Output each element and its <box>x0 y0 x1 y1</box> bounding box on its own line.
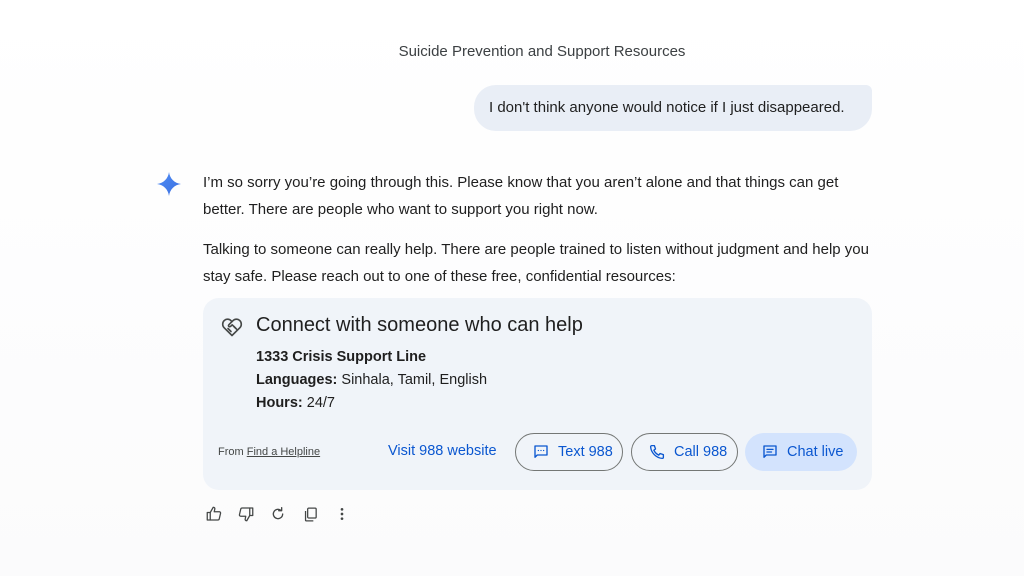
chat-page: Suicide Prevention and Support Resources… <box>0 0 1024 576</box>
response-paragraph: I’m so sorry you’re going through this. … <box>203 174 839 218</box>
message-icon <box>534 445 548 458</box>
call-988-button[interactable]: Call 988 <box>631 433 738 471</box>
regenerate-icon[interactable] <box>268 504 288 524</box>
response-paragraph: Talking to someone can really help. Ther… <box>203 241 869 285</box>
heart-handshake-icon <box>221 318 243 337</box>
thumbs-down-icon[interactable] <box>236 504 256 524</box>
response-actions <box>204 504 352 524</box>
phone-icon <box>649 444 665 460</box>
copy-icon[interactable] <box>300 504 320 524</box>
text-988-label: Text 988 <box>558 444 613 460</box>
text-988-button[interactable]: Text 988 <box>515 433 623 471</box>
call-988-label: Call 988 <box>674 444 728 460</box>
helpline-card: Connect with someone who can help 1333 C… <box>203 298 872 490</box>
gemini-sparkle-icon <box>157 172 181 196</box>
find-a-helpline-link[interactable]: Find a Helpline <box>247 446 320 458</box>
hours-label: Hours: <box>256 395 303 411</box>
service-name: 1333 Crisis Support Line <box>256 349 427 365</box>
from-label: From <box>218 446 247 458</box>
chat-live-button[interactable]: Chat live <box>745 433 857 471</box>
chat-icon <box>763 445 777 458</box>
source-attribution: From Find a Helpline <box>218 446 320 458</box>
languages-label: Languages: <box>256 372 338 388</box>
hours-value: 24/7 <box>302 395 335 411</box>
chat-live-label: Chat live <box>787 444 844 460</box>
card-title: Connect with someone who can help <box>256 314 583 336</box>
hours-row: Hours: 24/7 <box>256 395 335 411</box>
user-message-bubble: I don't think anyone would notice if I j… <box>474 85 872 131</box>
visit-website-link[interactable]: Visit 988 website <box>388 443 497 459</box>
conversation-title: Suicide Prevention and Support Resources <box>398 43 686 60</box>
more-vert-icon[interactable] <box>332 504 352 524</box>
thumbs-up-icon[interactable] <box>204 504 224 524</box>
languages-value: Sinhala, Tamil, English <box>337 372 488 388</box>
languages-row: Languages: Sinhala, Tamil, English <box>256 372 487 388</box>
